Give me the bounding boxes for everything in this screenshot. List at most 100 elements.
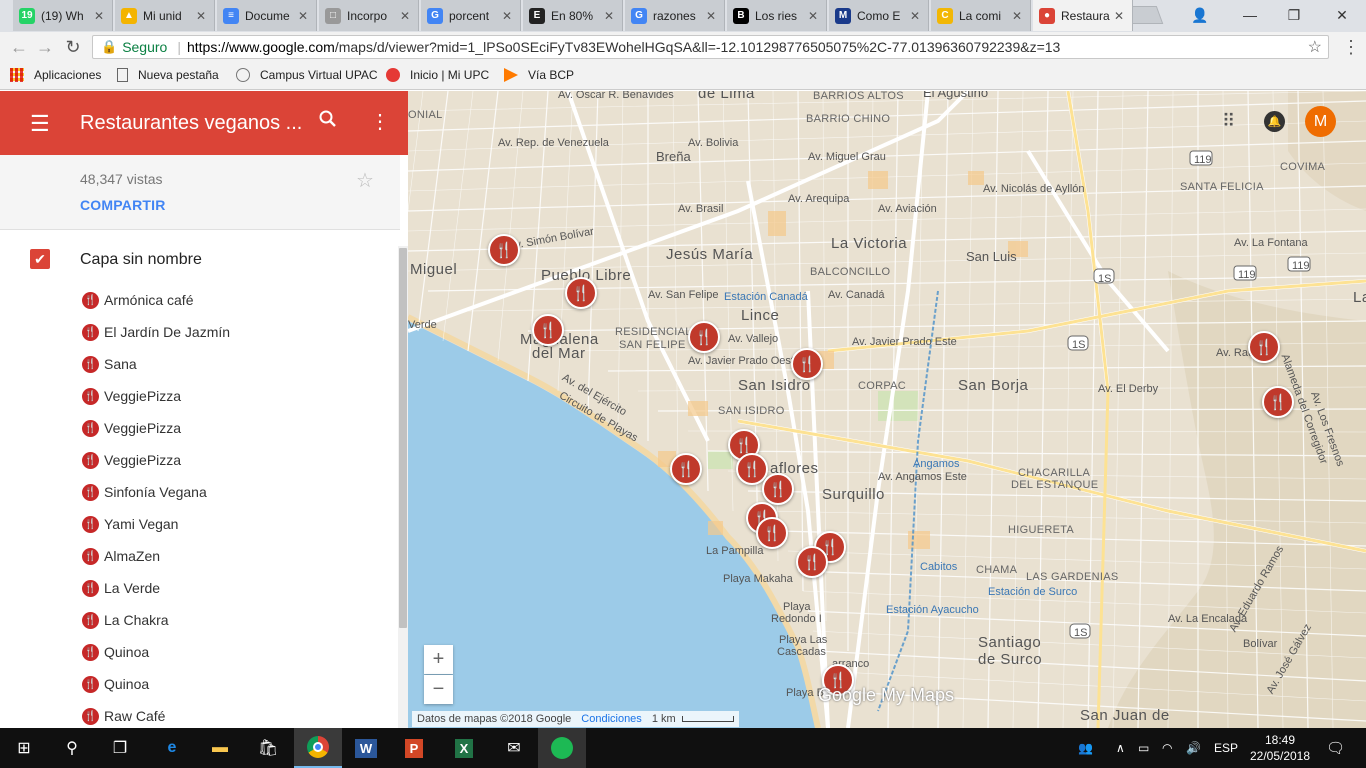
hamburger-menu-icon[interactable]: ☰: [30, 111, 50, 137]
browser-tab[interactable]: ≡ Docume ✕: [217, 0, 317, 31]
notifications-bell-icon[interactable]: 🔔: [1264, 111, 1285, 132]
edge-browser-icon[interactable]: e: [148, 728, 196, 768]
system-clock[interactable]: 18:49 22/05/2018: [1240, 732, 1320, 764]
bookmark-apps[interactable]: Aplicaciones: [10, 68, 101, 82]
terms-link[interactable]: Condiciones: [581, 713, 642, 725]
close-tab-icon[interactable]: ✕: [400, 9, 414, 23]
list-item[interactable]: 🍴 Quinoa: [0, 636, 400, 668]
powerpoint-icon[interactable]: P: [390, 728, 438, 768]
close-tab-icon[interactable]: ✕: [910, 9, 924, 23]
close-tab-icon[interactable]: ✕: [196, 9, 210, 23]
browser-tab[interactable]: Grazones ✕: [625, 0, 725, 31]
chrome-icon[interactable]: [294, 728, 342, 768]
volume-icon[interactable]: 🔊: [1186, 728, 1201, 768]
back-arrow-icon[interactable]: ←: [8, 37, 30, 58]
map-label: Estación de Surco: [988, 586, 1078, 598]
restaurant-marker-icon[interactable]: 🍴: [1262, 386, 1294, 418]
account-avatar[interactable]: M: [1305, 106, 1336, 137]
windows-start-icon[interactable]: ⊞: [0, 728, 48, 768]
store-icon[interactable]: 🛍: [244, 728, 292, 768]
zoom-out-button[interactable]: −: [424, 675, 453, 704]
mail-icon[interactable]: ✉: [490, 728, 538, 768]
layer-checkbox[interactable]: ✔: [30, 249, 50, 269]
google-apps-icon[interactable]: ⠿: [1222, 111, 1235, 132]
clock-date: 22/05/2018: [1249, 749, 1311, 763]
restaurant-marker-icon[interactable]: 🍴: [688, 321, 720, 353]
zoom-in-button[interactable]: +: [424, 645, 453, 674]
bookmark-new-tab[interactable]: Nueva pestaña: [117, 68, 219, 82]
restaurant-marker-icon[interactable]: 🍴: [565, 277, 597, 309]
list-item[interactable]: 🍴 El Jardín De Jazmín: [0, 316, 400, 348]
close-tab-icon[interactable]: ✕: [1012, 9, 1026, 23]
restaurant-marker-icon[interactable]: 🍴: [762, 473, 794, 505]
menu-kebab-icon[interactable]: ⋮: [1340, 37, 1362, 58]
address-bar[interactable]: 🔒 Seguro | https://www.google.com/maps/d…: [92, 35, 1329, 59]
close-window-button[interactable]: ✕: [1320, 0, 1364, 30]
more-options-icon[interactable]: ⋮: [370, 109, 390, 134]
browser-tab[interactable]: B Los ries ✕: [727, 0, 827, 31]
restaurant-marker-icon[interactable]: 🍴: [1248, 331, 1280, 363]
list-item[interactable]: 🍴 AlmaZen: [0, 540, 400, 572]
word-icon[interactable]: W: [342, 728, 390, 768]
close-tab-icon[interactable]: ✕: [298, 9, 312, 23]
sidebar-scrollbar[interactable]: [398, 246, 408, 728]
task-view-icon[interactable]: ❐: [96, 728, 144, 768]
list-item[interactable]: 🍴 VeggiePizza: [0, 380, 400, 412]
bookmark-campus[interactable]: Campus Virtual UPAC: [236, 68, 378, 82]
list-item[interactable]: 🍴 VeggiePizza: [0, 412, 400, 444]
excel-icon[interactable]: X: [440, 728, 488, 768]
share-button[interactable]: COMPARTIR: [80, 197, 166, 213]
browser-tab[interactable]: □ Incorpo ✕: [319, 0, 419, 31]
restaurant-marker-icon[interactable]: 🍴: [670, 453, 702, 485]
browser-tab[interactable]: ▲ Mi unid ✕: [115, 0, 215, 31]
action-center-icon[interactable]: 🗨: [1326, 728, 1345, 768]
bookmark-star-icon[interactable]: ☆: [1308, 37, 1322, 57]
people-icon[interactable]: 👥: [1078, 728, 1093, 768]
tray-chevron-icon[interactable]: ∧: [1116, 728, 1125, 768]
minimize-button[interactable]: —: [1228, 0, 1272, 30]
restore-button[interactable]: ❐: [1272, 0, 1316, 30]
browser-tab[interactable]: E En 80% ✕: [523, 0, 623, 31]
search-icon[interactable]: ⚲: [48, 728, 96, 768]
language-indicator[interactable]: ESP: [1214, 728, 1238, 768]
list-item[interactable]: 🍴 Quinoa: [0, 668, 400, 700]
list-item[interactable]: 🍴 Armónica café: [0, 284, 400, 316]
list-item[interactable]: 🍴 Sana: [0, 348, 400, 380]
restaurant-marker-icon[interactable]: 🍴: [488, 234, 520, 266]
close-tab-icon[interactable]: ✕: [808, 9, 822, 23]
favorite-star-icon[interactable]: ☆: [356, 168, 374, 193]
list-item[interactable]: 🍴 Raw Café: [0, 700, 400, 728]
restaurant-marker-icon[interactable]: 🍴: [796, 546, 828, 578]
browser-tab[interactable]: 19 (19) Wh ✕: [13, 0, 113, 31]
close-tab-icon[interactable]: ✕: [1114, 9, 1128, 23]
restaurant-marker-icon[interactable]: 🍴: [791, 348, 823, 380]
search-icon[interactable]: [318, 109, 338, 135]
map-label: 119: [1292, 260, 1310, 272]
network-icon[interactable]: ◠: [1162, 728, 1172, 768]
battery-icon[interactable]: ▭: [1138, 728, 1149, 768]
close-tab-icon[interactable]: ✕: [502, 9, 516, 23]
close-tab-icon[interactable]: ✕: [604, 9, 618, 23]
browser-tab[interactable]: ● Restaura ✕: [1033, 0, 1133, 31]
spotify-icon[interactable]: [538, 728, 586, 768]
forward-arrow-icon[interactable]: →: [34, 37, 56, 58]
list-item[interactable]: 🍴 La Chakra: [0, 604, 400, 636]
list-item[interactable]: 🍴 VeggiePizza: [0, 444, 400, 476]
reload-icon[interactable]: ↻: [62, 37, 84, 58]
list-item[interactable]: 🍴 Sinfonía Vegana: [0, 476, 400, 508]
file-explorer-icon[interactable]: ▬: [196, 728, 244, 768]
close-tab-icon[interactable]: ✕: [94, 9, 108, 23]
browser-tab[interactable]: Gporcent ✕: [421, 0, 521, 31]
scrollbar-thumb[interactable]: [399, 248, 407, 628]
close-tab-icon[interactable]: ✕: [706, 9, 720, 23]
map-canvas[interactable]: de Lima BARRIOS ALTOS El Agustino BARRIO CH…: [408, 91, 1366, 728]
list-item[interactable]: 🍴 La Verde: [0, 572, 400, 604]
bookmark-bcp[interactable]: Vía BCP: [504, 68, 574, 82]
restaurant-marker-icon[interactable]: 🍴: [532, 314, 564, 346]
bookmark-upc[interactable]: Inicio | Mi UPC: [386, 68, 489, 82]
profile-icon[interactable]: 👤: [1178, 0, 1222, 30]
restaurant-marker-icon[interactable]: 🍴: [756, 517, 788, 549]
list-item[interactable]: 🍴 Yami Vegan: [0, 508, 400, 540]
browser-tab[interactable]: C La comi ✕: [931, 0, 1031, 31]
browser-tab[interactable]: M Como E ✕: [829, 0, 929, 31]
